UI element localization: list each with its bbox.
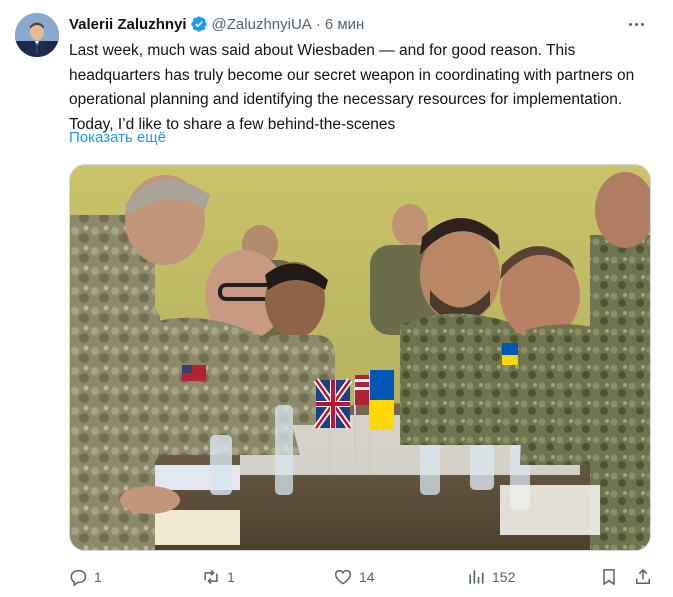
reply-count: 1 [94,569,102,585]
tweet-header: Valerii Zaluzhnyi @ZaluzhnyiUA · 6 мин [69,13,364,35]
reply-icon [70,570,87,587]
reply-button[interactable]: 1 [68,566,102,588]
views-chart-icon [469,570,484,584]
share-icon [636,568,650,584]
action-bar: 1 1 14 152 [68,566,658,588]
tweet-card[interactable]: Valerii Zaluzhnyi @ZaluzhnyiUA · 6 мин L… [0,0,673,597]
views-button[interactable]: 152 [466,566,515,588]
repost-icon [204,569,218,585]
share-button[interactable] [633,566,653,588]
like-count: 14 [359,569,375,585]
avatar-image [15,13,59,57]
repost-button[interactable]: 1 [201,566,235,588]
photo-image [70,165,650,550]
tweet-photo[interactable] [69,164,651,551]
bookmark-icon [603,569,615,586]
separator-dot: · [315,15,321,33]
show-more-link[interactable]: Показать ещё [69,129,166,146]
bookmark-button[interactable] [599,566,619,588]
verified-badge-icon [190,15,208,33]
like-button[interactable]: 14 [333,566,375,588]
timestamp[interactable]: 6 мин [325,16,365,33]
author-name[interactable]: Valerii Zaluzhnyi [69,16,187,33]
heart-icon [334,569,352,585]
views-count: 152 [492,569,516,585]
avatar[interactable] [15,13,59,57]
tweet-text: Last week, much was said about Wiesbaden… [69,42,635,133]
more-options-icon[interactable] [625,13,647,35]
repost-count: 1 [227,569,235,585]
author-handle[interactable]: @ZaluzhnyiUA [212,16,312,33]
